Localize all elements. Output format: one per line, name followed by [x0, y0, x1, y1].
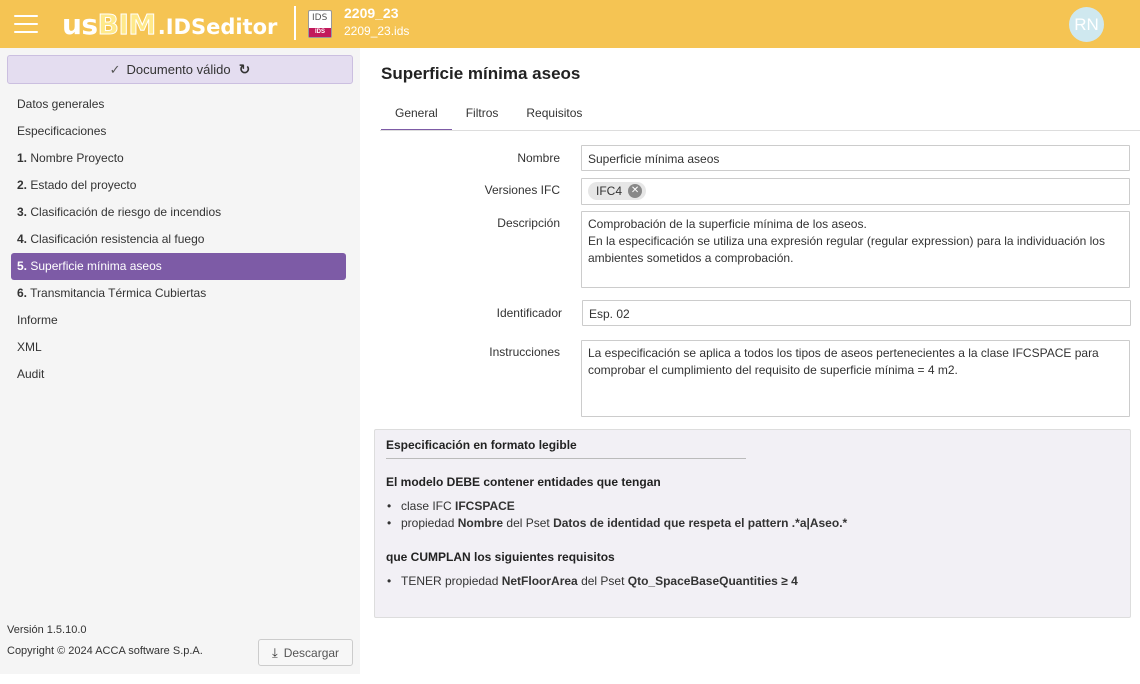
app-header: us BIM .IDSeditor IDS IDS 2209_23 2209_23.… — [0, 0, 1140, 48]
page-title: Superficie mínima aseos — [381, 64, 581, 83]
tab-bar: General Filtros Requisitos — [381, 100, 596, 131]
version-label: Versión 1.5.10.0 — [7, 624, 87, 636]
requirement-item: • TENER propiedad NetFloorArea del Pset Q… — [387, 574, 798, 588]
download-label: Descargar — [283, 645, 340, 660]
header-divider — [294, 6, 296, 40]
sidebar-item-audit[interactable]: Audit — [11, 361, 346, 388]
readable-spec-title: Especificación en formato legible — [386, 438, 577, 452]
download-icon: ⤓ — [271, 644, 278, 660]
tab-general[interactable]: General — [381, 100, 452, 131]
tab-filtros[interactable]: Filtros — [452, 100, 513, 131]
instrucciones-textarea[interactable]: La especificación se aplica a todos los … — [581, 340, 1130, 417]
tab-divider — [380, 130, 1140, 131]
applicability-heading: El modelo DEBE contener entidades que te… — [386, 475, 661, 489]
ids-file-icon: IDS IDS — [308, 10, 332, 38]
sidebar-item-informe[interactable]: Informe — [11, 307, 346, 334]
sidebar-item-spec-2[interactable]: 2. Estado del proyecto — [11, 172, 346, 199]
check-circle-icon: ✓ — [109, 61, 121, 77]
readable-spec-divider — [386, 458, 746, 459]
sidebar-item-spec-4[interactable]: 4. Clasificación resistencia al fuego — [11, 226, 346, 253]
sidebar-item-spec-1[interactable]: 1. Nombre Proyecto — [11, 145, 346, 172]
refresh-icon[interactable]: ↻ — [239, 61, 251, 78]
ifc-version-chip: IFC4 ✕ — [588, 182, 647, 200]
user-avatar[interactable]: RN — [1069, 7, 1104, 42]
nombre-label: Nombre — [517, 151, 560, 165]
sidebar-item-spec-3[interactable]: 3. Clasificación de riesgo de incendios — [11, 199, 346, 226]
download-button[interactable]: ⤓ Descargar — [258, 639, 353, 666]
sidebar-item-spec-6[interactable]: 6. Transmitancia Térmica Cubiertas — [11, 280, 346, 307]
instrucciones-label: Instrucciones — [489, 345, 560, 359]
sidebar-item-datos-generales[interactable]: Datos generales — [11, 91, 346, 118]
sidebar-item-xml[interactable]: XML — [11, 334, 346, 361]
descripcion-label: Descripción — [497, 216, 560, 230]
sidebar-item-spec-5[interactable]: 5. Superficie mínima aseos — [11, 253, 346, 280]
versiones-ifc-label: Versiones IFC — [484, 183, 560, 197]
applicability-item: • clase IFC IFCSPACE — [387, 499, 515, 513]
file-name: 2209_23 — [344, 5, 399, 21]
menu-icon[interactable] — [14, 15, 38, 33]
app-logo: us BIM .IDSeditor — [62, 8, 278, 42]
identificador-input[interactable]: Esp. 02 — [582, 300, 1131, 326]
file-path: 2209_23.ids — [344, 24, 410, 38]
document-status-label: Documento válido — [126, 62, 231, 77]
tab-requisitos[interactable]: Requisitos — [512, 100, 596, 131]
main-panel: Superficie mínima aseos General Filtros … — [360, 48, 1140, 674]
sidebar: ✓ Documento válido ↻ Datos generales Esp… — [0, 48, 360, 674]
applicability-item: • propiedad Nombre del Pset Datos de iden… — [387, 516, 848, 530]
document-status[interactable]: ✓ Documento válido ↻ — [7, 55, 353, 84]
versiones-ifc-select[interactable]: IFC4 ✕ — [581, 178, 1130, 205]
copyright-label: Copyright © 2024 ACCA software S.p.A. — [7, 645, 203, 657]
identificador-label: Identificador — [496, 306, 562, 320]
sidebar-item-especificaciones[interactable]: Especificaciones — [11, 118, 346, 145]
nombre-input[interactable]: Superficie mínima aseos — [581, 145, 1130, 171]
sidebar-nav: Datos generales Especificaciones 1. Nomb… — [11, 91, 346, 388]
descripcion-textarea[interactable]: Comprobación de la superficie mínima de … — [581, 211, 1130, 288]
readable-spec-panel: Especificación en formato legible El mod… — [374, 429, 1131, 618]
remove-chip-icon[interactable]: ✕ — [628, 184, 643, 198]
requirements-heading: que CUMPLAN los siguientes requisitos — [386, 550, 615, 564]
